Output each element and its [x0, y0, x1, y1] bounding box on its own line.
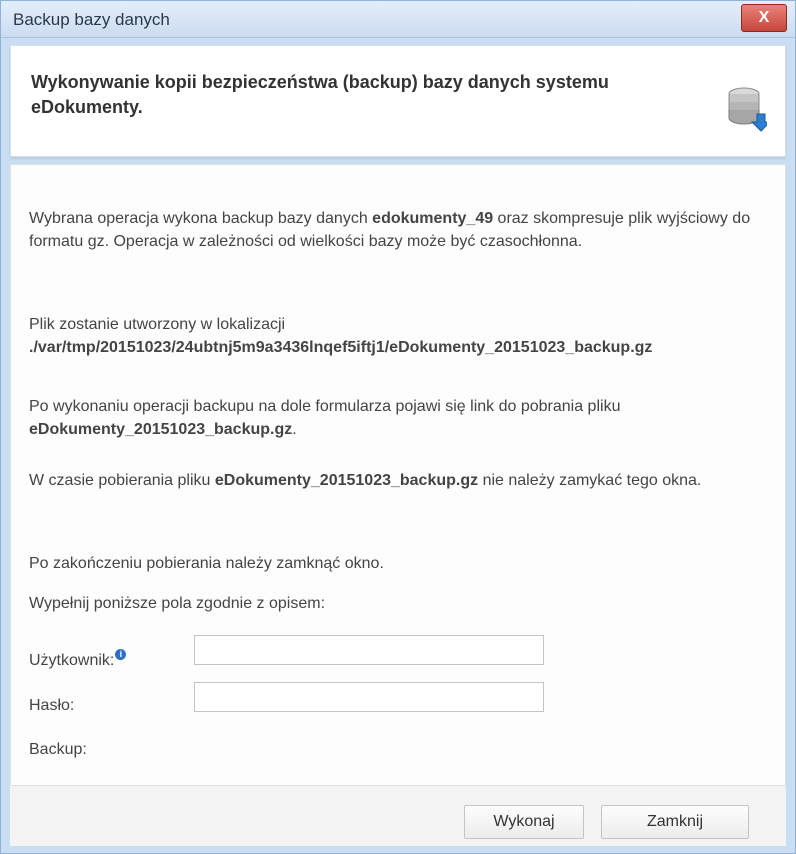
info-icon[interactable]: i	[115, 649, 127, 660]
header-panel: Wykonywanie kopii bezpieczeństwa (backup…	[10, 45, 786, 157]
password-label: Hasło:	[29, 697, 75, 714]
close-button[interactable]: X	[741, 4, 787, 32]
user-label: Użytkownik: i	[29, 649, 127, 670]
backup-label: Backup:	[29, 741, 87, 758]
backup-file-name: eDokumenty_20151023_backup.gz	[29, 421, 293, 438]
close-instruction: Po zakończeniu pobierania należy zamknąć…	[29, 555, 384, 572]
fill-instruction: Wypełnij poniższe pola zgodnie z opisem:	[29, 595, 326, 612]
database-name: edokumenty_49	[372, 210, 494, 227]
header-title: Wykonywanie kopii bezpieczeństwa (backup…	[31, 72, 609, 117]
backup-path: ./var/tmp/20151023/24ubtnj5m9a3436lnqef5…	[29, 339, 653, 356]
close-dialog-button[interactable]: Zamknij	[601, 805, 749, 839]
dialog-title: Backup bazy danych	[13, 10, 170, 29]
description-paragraph: Wybrana operacja wykona backup bazy dany…	[29, 210, 751, 250]
dialog-footer: Wykonaj Zamknij	[10, 785, 786, 846]
title-bar[interactable]: Backup bazy danych X	[1, 1, 795, 38]
backup-file-name-2: eDokumenty_20151023_backup.gz	[214, 472, 479, 489]
download-warning-paragraph: W czasie pobierania pliku eDokumenty_201…	[29, 472, 702, 489]
user-input[interactable]	[194, 635, 544, 665]
download-link-paragraph: Po wykonaniu operacji backupu na dole fo…	[29, 398, 621, 438]
run-button[interactable]: Wykonaj	[464, 805, 584, 839]
database-icon	[728, 87, 767, 132]
body-panel: Wybrana operacja wykona backup bazy dany…	[10, 164, 786, 786]
backup-dialog: Backup bazy danych X Wykonywanie kopii b…	[0, 0, 796, 854]
password-input[interactable]	[194, 682, 544, 712]
location-paragraph: Plik zostanie utworzony w lokalizacji ./…	[29, 313, 779, 359]
